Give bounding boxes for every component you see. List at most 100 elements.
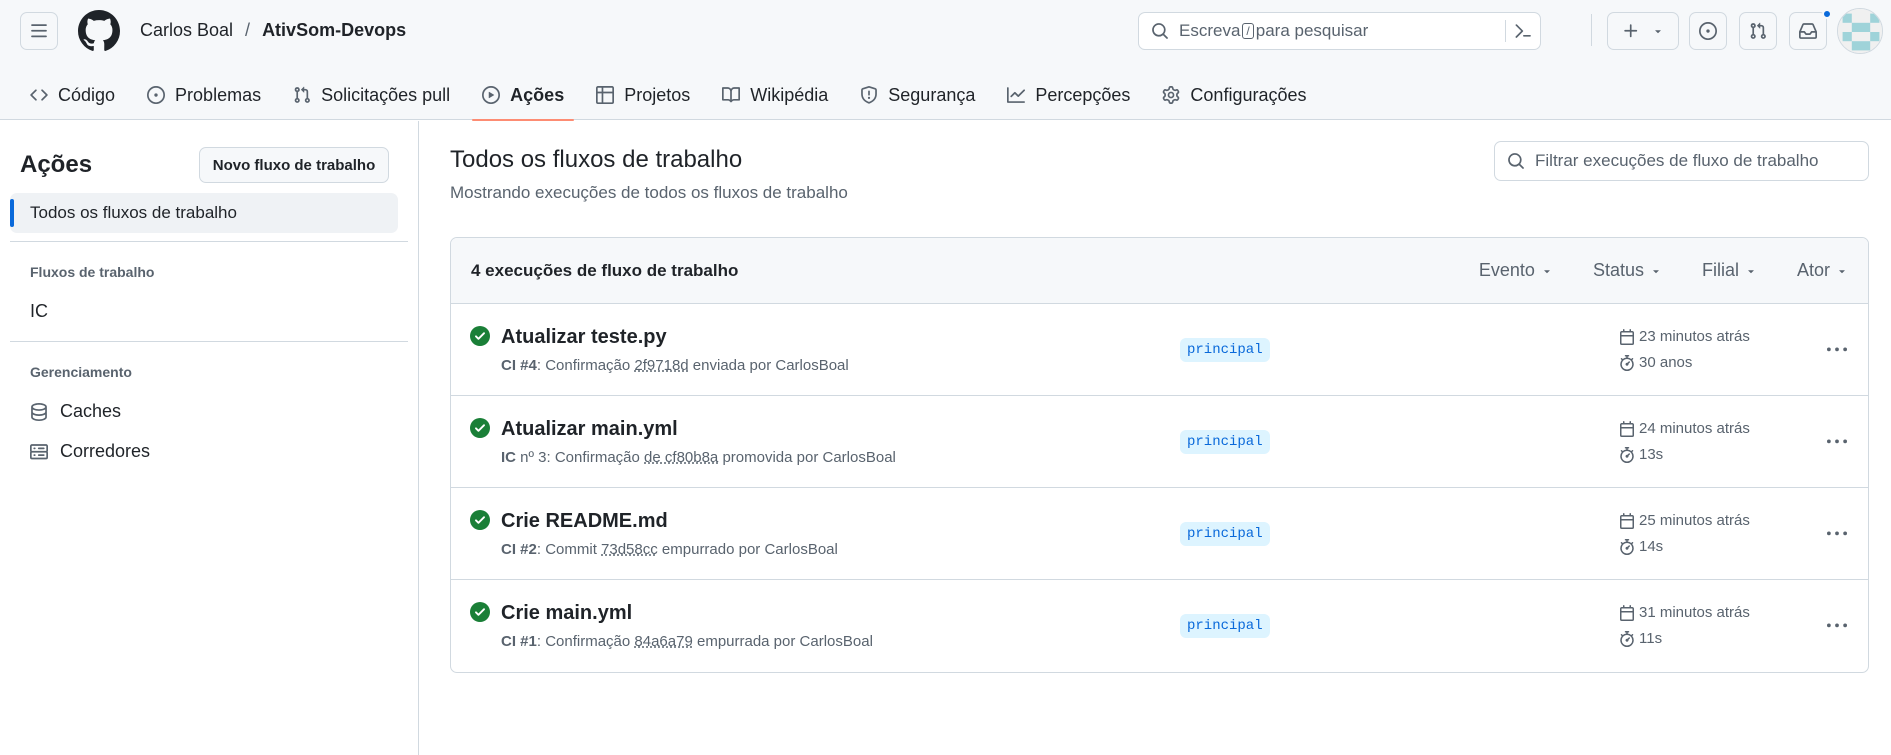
caret-down-icon	[1544, 269, 1550, 273]
run-duration: 14s	[1619, 538, 1663, 555]
tab-pull-requests[interactable]: Solicitações pull	[283, 70, 460, 120]
run-duration: 11s	[1619, 630, 1662, 647]
run-options-button[interactable]	[1819, 427, 1855, 457]
actor-filter-dropdown[interactable]: Ator	[1797, 260, 1848, 281]
run-title-link[interactable]: Crie main.yml	[501, 602, 632, 625]
github-logo-icon[interactable]	[78, 10, 120, 52]
branch-badge[interactable]: principal	[1180, 522, 1270, 546]
run-duration-text: 11s	[1639, 630, 1663, 647]
workflow-runs-list: 4 execuções de fluxo de trabalho Evento …	[450, 237, 1869, 673]
tab-wiki[interactable]: Wikipédia	[712, 70, 838, 120]
issue-icon	[147, 86, 166, 104]
avatar[interactable]	[1837, 8, 1883, 54]
event-filter-dropdown[interactable]: Evento	[1479, 260, 1553, 281]
filter-label: Ator	[1796, 260, 1830, 280]
sidebar-item-workflow-ic[interactable]: IC	[30, 301, 48, 322]
sidebar-item-all-workflows[interactable]: Todos os fluxos de trabalho	[10, 193, 398, 233]
breadcrumb-repo-link[interactable]: AtivSom-Devops	[262, 20, 406, 41]
kebab-horizontal-icon	[1827, 439, 1847, 444]
kebab-horizontal-icon	[1827, 347, 1847, 352]
repo-tabs: Código Problemas Solicitações pull Ações…	[20, 70, 1329, 121]
menu-button[interactable]	[20, 12, 58, 50]
tab-issues[interactable]: Problemas	[137, 70, 271, 120]
workflow-run-row: Crie README.md CI #2: Commit 73d58cc emp…	[451, 488, 1868, 580]
branch-filter-dropdown[interactable]: Filial	[1702, 260, 1757, 281]
run-meta: CI #1: Confirmação 84a6a79 empurrada por…	[501, 633, 873, 650]
issue-opened-icon	[1699, 22, 1717, 40]
pull-request-icon	[294, 86, 310, 103]
tab-projects[interactable]: Projetos	[586, 70, 700, 120]
search-input[interactable]: Escreva / para pesquisar	[1138, 12, 1541, 50]
chevron-down-icon	[1655, 30, 1661, 34]
branch-badge[interactable]: principal	[1180, 614, 1270, 638]
stopwatch-icon	[1620, 446, 1634, 463]
tab-label: Configurações	[1190, 84, 1307, 105]
breadcrumb-owner-link[interactable]: Carlos Boal	[140, 20, 233, 41]
run-options-button[interactable]	[1819, 335, 1855, 365]
stopwatch-icon	[1620, 630, 1634, 647]
stopwatch-icon	[1620, 538, 1634, 555]
hamburger-icon	[31, 24, 47, 38]
inbox-button[interactable]	[1789, 12, 1827, 50]
tab-settings[interactable]: Configurações	[1152, 70, 1316, 120]
tab-security[interactable]: Segurança	[850, 70, 985, 120]
commit-sha-link[interactable]: 84a6a79	[634, 633, 692, 650]
git-pull-request-icon	[1750, 22, 1766, 39]
kebab-horizontal-icon	[1827, 623, 1847, 628]
tab-label: Problemas	[175, 84, 262, 105]
check-circle-fill-icon	[470, 602, 490, 622]
run-duration: 30 anos	[1619, 354, 1692, 371]
commit-sha-link[interactable]: 2f9718d	[634, 357, 688, 374]
run-title-link[interactable]: Crie README.md	[501, 510, 668, 533]
play-icon	[482, 86, 501, 104]
run-duration-text: 30 anos	[1639, 354, 1693, 371]
calendar-icon	[1620, 420, 1634, 437]
issues-button[interactable]	[1689, 12, 1727, 50]
tab-actions[interactable]: Ações	[472, 70, 575, 121]
command-palette-icon[interactable]	[1514, 22, 1532, 40]
branch-badge[interactable]: principal	[1180, 338, 1270, 362]
branch-badge[interactable]: principal	[1180, 430, 1270, 454]
create-new-button[interactable]	[1607, 12, 1679, 50]
filter-runs-input[interactable]: Filtrar execuções de fluxo de trabalho	[1494, 141, 1869, 181]
workflow-run-row: Crie main.yml CI #1: Confirmação 84a6a79…	[451, 580, 1868, 672]
sidebar-item-caches[interactable]: Caches	[30, 401, 121, 422]
caret-down-icon	[1839, 269, 1845, 273]
search-divider	[1505, 20, 1506, 42]
run-options-button[interactable]	[1819, 611, 1855, 641]
run-duration-text: 14s	[1639, 538, 1664, 555]
run-workflow: CI #1	[501, 633, 537, 650]
run-options-button[interactable]	[1819, 519, 1855, 549]
caret-down-icon	[1653, 269, 1659, 273]
table-icon	[596, 86, 615, 104]
pull-requests-button[interactable]	[1739, 12, 1777, 50]
filter-placeholder: Filtrar execuções de fluxo de trabalho	[1535, 151, 1819, 170]
filter-label: Status	[1592, 260, 1644, 280]
breadcrumb-separator: /	[245, 20, 251, 40]
run-meta-text: : Confirmação	[536, 633, 635, 650]
run-meta-text: nº 3: Confirmação	[516, 449, 645, 466]
search-icon	[1508, 153, 1524, 169]
kebab-horizontal-icon	[1827, 531, 1847, 536]
run-meta-text: enviada por CarlosBoal	[688, 357, 849, 374]
commit-sha-link[interactable]: de cf80b8a	[644, 449, 718, 466]
sidebar-item-runners[interactable]: Corredores	[30, 441, 150, 462]
run-date: 31 minutos atrás	[1619, 604, 1750, 621]
run-title-link[interactable]: Atualizar teste.py	[501, 326, 667, 349]
tab-insights[interactable]: Percepções	[997, 70, 1140, 120]
tab-code[interactable]: Código	[20, 70, 125, 120]
run-workflow: CI #2	[501, 541, 537, 558]
calendar-icon	[1620, 604, 1634, 621]
calendar-icon	[1620, 328, 1634, 345]
management-heading: Gerenciamento	[30, 364, 132, 380]
inbox-icon	[1799, 23, 1817, 39]
run-date-text: 31 minutos atrás	[1639, 604, 1750, 621]
run-date-text: 24 minutos atrás	[1639, 420, 1750, 437]
commit-sha-link[interactable]: 73d58cc	[601, 541, 658, 558]
run-date: 23 minutos atrás	[1619, 328, 1750, 345]
filter-label: Filial	[1701, 260, 1739, 280]
status-filter-dropdown[interactable]: Status	[1593, 260, 1662, 281]
run-title-link[interactable]: Atualizar main.yml	[501, 418, 678, 441]
new-workflow-button[interactable]: Novo fluxo de trabalho	[199, 147, 389, 183]
run-workflow: IC	[501, 449, 516, 466]
